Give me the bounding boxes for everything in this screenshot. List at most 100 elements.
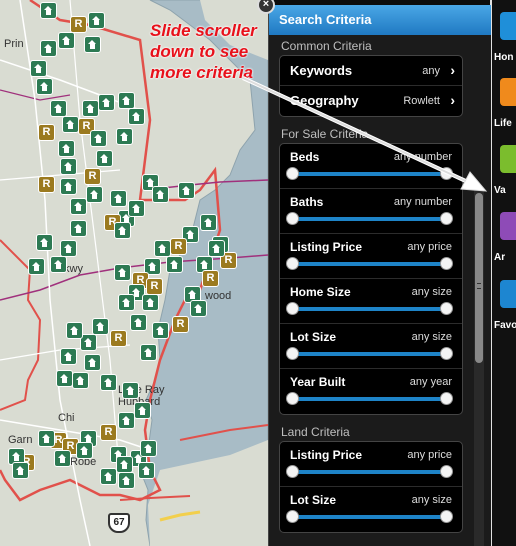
home-marker-icon[interactable]	[154, 240, 171, 257]
home-marker-icon[interactable]	[116, 456, 133, 473]
home-marker-icon[interactable]	[56, 370, 73, 387]
home-marker-icon[interactable]	[54, 450, 71, 467]
home-marker-icon[interactable]	[50, 100, 67, 117]
rental-marker-icon[interactable]: R	[70, 16, 87, 33]
home-marker-icon[interactable]	[138, 462, 155, 479]
home-marker-icon[interactable]	[152, 322, 169, 339]
slider-track[interactable]	[292, 470, 448, 474]
slider-min-handle[interactable]	[286, 347, 299, 360]
slider-max-handle[interactable]	[440, 212, 453, 225]
home-marker-icon[interactable]	[190, 300, 207, 317]
home-marker-icon[interactable]	[114, 222, 131, 239]
rental-marker-icon[interactable]: R	[38, 176, 55, 193]
home-marker-icon[interactable]	[86, 186, 103, 203]
home-marker-icon[interactable]	[60, 158, 77, 175]
home-marker-icon[interactable]	[122, 382, 139, 399]
rental-marker-icon[interactable]: R	[110, 330, 127, 347]
home-marker-icon[interactable]	[96, 150, 113, 167]
slider-max-handle[interactable]	[440, 510, 453, 523]
home-marker-icon[interactable]	[110, 190, 127, 207]
slider-track[interactable]	[292, 515, 448, 519]
home-marker-icon[interactable]	[84, 36, 101, 53]
panel-scrollbar[interactable]	[474, 185, 484, 546]
home-marker-icon[interactable]	[66, 322, 83, 339]
home-marker-icon[interactable]	[70, 220, 87, 237]
slider-track[interactable]	[292, 352, 448, 356]
slider-track[interactable]	[292, 397, 448, 401]
home-marker-icon[interactable]	[200, 214, 217, 231]
slider-track[interactable]	[292, 217, 448, 221]
home-marker-icon[interactable]	[100, 374, 117, 391]
home-marker-icon[interactable]	[40, 40, 57, 57]
home-marker-icon[interactable]	[118, 412, 135, 429]
home-marker-icon[interactable]	[58, 140, 75, 157]
home-marker-icon[interactable]	[50, 256, 67, 273]
home-marker-icon[interactable]	[60, 240, 77, 257]
rental-marker-icon[interactable]: R	[38, 124, 55, 141]
home-marker-icon[interactable]	[88, 12, 105, 29]
home-marker-icon[interactable]	[82, 100, 99, 117]
home-marker-icon[interactable]	[60, 178, 77, 195]
slider-max-handle[interactable]	[440, 257, 453, 270]
home-marker-icon[interactable]	[118, 472, 135, 489]
slider-min-handle[interactable]	[286, 510, 299, 523]
slider-min-handle[interactable]	[286, 465, 299, 478]
criteria-row-geography[interactable]: Geography Rowlett ›	[280, 86, 462, 116]
slider-max-handle[interactable]	[440, 465, 453, 478]
home-marker-icon[interactable]	[178, 182, 195, 199]
rental-marker-icon[interactable]: R	[84, 168, 101, 185]
criteria-row-keywords[interactable]: Keywords any ›	[280, 56, 462, 86]
home-marker-icon[interactable]	[58, 32, 75, 49]
home-marker-icon[interactable]	[134, 402, 151, 419]
home-marker-icon[interactable]	[130, 314, 147, 331]
home-marker-icon[interactable]	[76, 442, 93, 459]
home-marker-icon[interactable]	[28, 258, 45, 275]
home-marker-icon[interactable]	[84, 354, 101, 371]
home-marker-icon[interactable]	[118, 294, 135, 311]
criteria-scroll-area[interactable]: Common Criteria Keywords any › Geography…	[269, 35, 491, 546]
slider-max-handle[interactable]	[440, 392, 453, 405]
home-marker-icon[interactable]	[152, 186, 169, 203]
home-marker-icon[interactable]	[40, 2, 57, 19]
home-marker-icon[interactable]	[60, 348, 77, 365]
home-marker-icon[interactable]	[12, 462, 29, 479]
home-marker-icon[interactable]	[92, 318, 109, 335]
slider-min-handle[interactable]	[286, 212, 299, 225]
home-marker-icon[interactable]	[142, 294, 159, 311]
rental-marker-icon[interactable]: R	[172, 316, 189, 333]
home-marker-icon[interactable]	[36, 234, 53, 251]
home-marker-icon[interactable]	[36, 78, 53, 95]
slider-max-handle[interactable]	[440, 302, 453, 315]
home-marker-icon[interactable]	[128, 108, 145, 125]
home-marker-icon[interactable]	[116, 128, 133, 145]
scrollbar-thumb[interactable]	[475, 193, 483, 363]
rental-marker-icon[interactable]: R	[146, 278, 163, 295]
slider-max-handle[interactable]	[440, 167, 453, 180]
rental-marker-icon[interactable]: R	[202, 270, 219, 287]
rental-marker-icon[interactable]: R	[100, 424, 117, 441]
home-marker-icon[interactable]	[128, 200, 145, 217]
home-marker-icon[interactable]	[118, 92, 135, 109]
home-marker-icon[interactable]	[166, 256, 183, 273]
home-marker-icon[interactable]	[38, 430, 55, 447]
home-marker-icon[interactable]	[208, 240, 225, 257]
home-marker-icon[interactable]	[30, 60, 47, 77]
home-marker-icon[interactable]	[140, 440, 157, 457]
home-marker-icon[interactable]	[114, 264, 131, 281]
home-marker-icon[interactable]	[98, 94, 115, 111]
home-marker-icon[interactable]	[72, 372, 89, 389]
slider-min-handle[interactable]	[286, 257, 299, 270]
rental-marker-icon[interactable]: R	[170, 238, 187, 255]
slider-max-handle[interactable]	[440, 347, 453, 360]
home-marker-icon[interactable]	[100, 468, 117, 485]
slider-track[interactable]	[292, 172, 448, 176]
home-marker-icon[interactable]	[62, 116, 79, 133]
home-marker-icon[interactable]	[90, 130, 107, 147]
slider-track[interactable]	[292, 307, 448, 311]
slider-min-handle[interactable]	[286, 167, 299, 180]
home-marker-icon[interactable]	[140, 344, 157, 361]
slider-track[interactable]	[292, 262, 448, 266]
slider-min-handle[interactable]	[286, 392, 299, 405]
slider-min-handle[interactable]	[286, 302, 299, 315]
home-marker-icon[interactable]	[70, 198, 87, 215]
